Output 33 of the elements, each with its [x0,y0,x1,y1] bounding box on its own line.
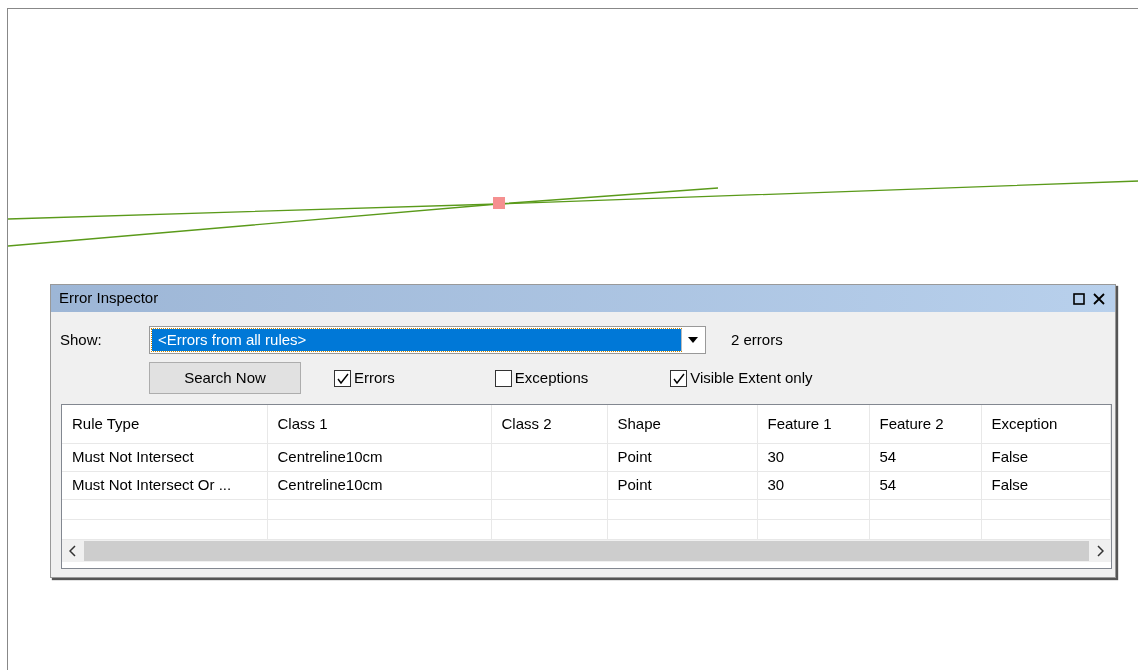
show-label: Show: [60,329,103,350]
checkbox[interactable] [494,369,512,387]
table-cell: Point [607,443,757,471]
table-cell: 30 [757,471,869,499]
checkbox-label[interactable]: Visible Extent only [690,366,813,390]
checkbox[interactable] [334,369,351,387]
rule-dropdown[interactable]: <Errors from all rules> [149,326,706,354]
search-now-button[interactable]: Search Now [149,362,301,394]
checkbox-label[interactable]: Exceptions [514,366,589,390]
error-count: 2 errors [731,329,783,350]
column-header[interactable]: Exception [981,405,1110,443]
table-cell: False [981,471,1110,499]
column-header[interactable]: Feature 1 [757,405,869,443]
checkbox-label[interactable]: Errors [354,366,395,390]
column-header[interactable]: Shape [607,405,757,443]
table-cell: Must Not Intersect Or ... [62,471,267,499]
column-header[interactable]: Class 1 [267,405,491,443]
checkbox[interactable] [670,369,688,387]
panel-title: Error Inspector [59,288,159,309]
table-cell: Centreline10cm [267,471,491,499]
error-marker [493,197,505,209]
table-cell: Centreline10cm [267,443,491,471]
table-cell: 54 [869,443,981,471]
table-cell: 30 [757,443,869,471]
table-cell: False [981,443,1110,471]
column-header[interactable]: Class 2 [491,405,607,443]
table-cell: Must Not Intersect [62,443,267,471]
column-header[interactable]: Feature 2 [869,405,981,443]
column-header[interactable]: Rule Type [62,405,267,443]
table-cell: Point [607,471,757,499]
table-cell: 54 [869,471,981,499]
close-icon[interactable] [1091,290,1107,307]
maximize-icon[interactable] [1071,290,1087,307]
